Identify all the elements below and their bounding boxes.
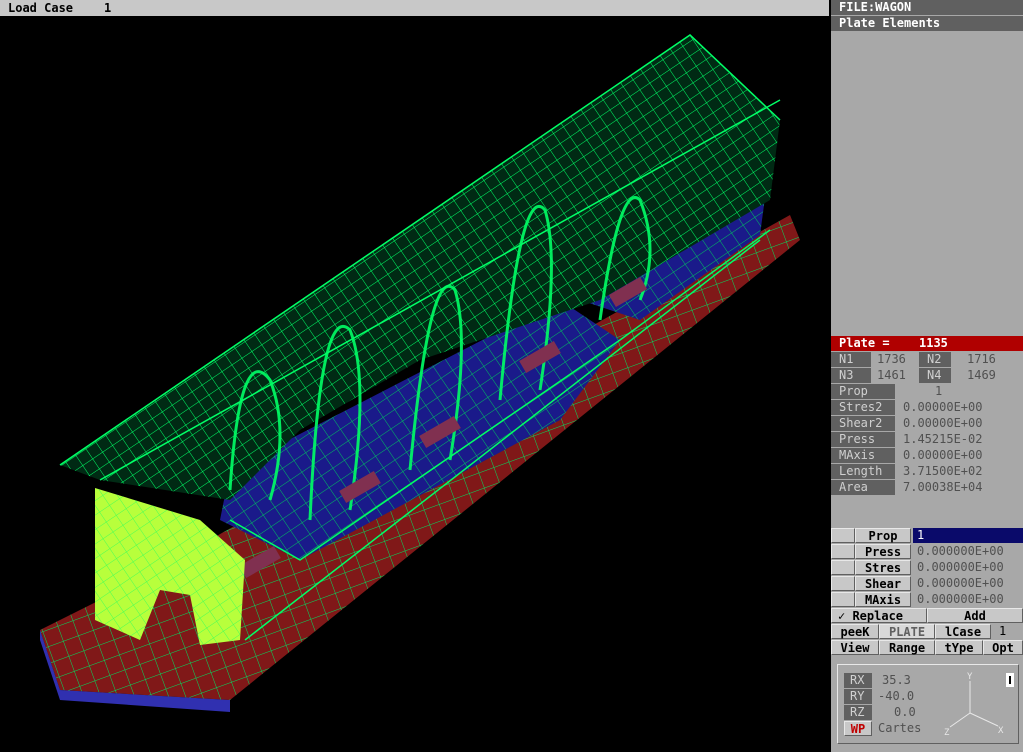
scroll-handle-icon[interactable] [1006, 673, 1014, 687]
rx-value: 35.3 [882, 673, 911, 687]
edit-prop-label[interactable]: Prop [855, 528, 911, 543]
maxis-value: 0.00000E+00 [903, 448, 983, 462]
plate-number: 1135 [919, 336, 948, 350]
load-case-value: 1 [104, 1, 112, 15]
node-n4-label: N4 [919, 368, 951, 383]
length-value: 3.71500E+02 [903, 464, 983, 478]
wp-button[interactable]: WP [844, 721, 872, 736]
axis-z-label: Z [944, 728, 950, 737]
lcase-value: 1 [999, 624, 1007, 638]
edit-prop-input[interactable]: 1 [913, 528, 1023, 543]
replace-button[interactable]: ✓ Replace [831, 608, 927, 623]
edit-press-label[interactable]: Press [855, 544, 911, 559]
view-button[interactable]: View [831, 640, 879, 655]
peek-button[interactable]: peeK [831, 624, 879, 639]
ry-value: -40.0 [878, 689, 915, 703]
length-label: Length [831, 464, 895, 479]
ry-label: RY [844, 689, 872, 704]
maxis-label: MAxis [831, 448, 895, 463]
edit-press-input[interactable]: 0.000000E+00 [917, 544, 1023, 559]
coord-system: Cartes [878, 721, 922, 735]
side-panel: FILE:WAGON Plate Elements Plate = 1135 N… [831, 0, 1023, 752]
shear2-label: Shear2 [831, 416, 895, 431]
shear2-value: 0.00000E+00 [903, 416, 983, 430]
axis-x-label: X [998, 726, 1004, 736]
edit-shear-label[interactable]: Shear [855, 576, 911, 591]
edit-maxis-toggle[interactable] [831, 592, 855, 607]
wagon-mesh-graphic[interactable] [0, 16, 829, 752]
file-title: FILE:WAGON [831, 0, 1023, 15]
prop-label: Prop [831, 384, 895, 399]
model-viewport[interactable] [0, 16, 829, 752]
lcase-button[interactable]: lCase [935, 624, 991, 639]
prop-value: 1 [935, 384, 943, 398]
type-button[interactable]: tYpe [935, 640, 983, 655]
edit-prop-toggle[interactable] [831, 528, 855, 543]
plate-label: Plate = [839, 336, 890, 350]
edit-maxis-label[interactable]: MAxis [855, 592, 911, 607]
press-value: 1.45215E-02 [903, 432, 983, 446]
area-value: 7.00038E+04 [903, 480, 983, 494]
edit-maxis-input[interactable]: 0.000000E+00 [917, 592, 1023, 607]
edit-press-toggle[interactable] [831, 544, 855, 559]
rz-value: 0.0 [894, 705, 916, 719]
rz-label: RZ [844, 705, 872, 720]
load-case-bar: Load Case 1 [0, 0, 829, 16]
node-n3-label: N3 [831, 368, 871, 383]
plate-header: Plate = 1135 [831, 336, 1023, 351]
range-button[interactable]: Range [879, 640, 935, 655]
press-label: Press [831, 432, 895, 447]
plate-mode-button[interactable]: PLATE [879, 624, 935, 639]
rx-label: RX [844, 673, 872, 688]
node-n2-value: 1716 [967, 352, 996, 366]
axis-y-label: Y [967, 672, 973, 682]
edit-shear-input[interactable]: 0.000000E+00 [917, 576, 1023, 591]
stres2-value: 0.00000E+00 [903, 400, 983, 414]
rotation-box: RX 35.3 RY -40.0 RZ 0.0 WP Cartes Y X Z [837, 664, 1019, 744]
stres2-label: Stres2 [831, 400, 895, 415]
edit-stres-input[interactable]: 0.000000E+00 [917, 560, 1023, 575]
area-label: Area [831, 480, 895, 495]
node-n1-value: 1736 [877, 352, 906, 366]
node-n1-label: N1 [831, 352, 871, 367]
node-n4-value: 1469 [967, 368, 996, 382]
section-title: Plate Elements [831, 16, 1023, 31]
edit-stres-label[interactable]: Stres [855, 560, 911, 575]
node-n2-label: N2 [919, 352, 951, 367]
load-case-label: Load Case [8, 1, 74, 15]
edit-shear-toggle[interactable] [831, 576, 855, 591]
axis-triad-icon: Y X Z [944, 672, 1004, 737]
edit-stres-toggle[interactable] [831, 560, 855, 575]
node-n3-value: 1461 [877, 368, 906, 382]
opt-button[interactable]: Opt [983, 640, 1023, 655]
add-button[interactable]: Add [927, 608, 1023, 623]
